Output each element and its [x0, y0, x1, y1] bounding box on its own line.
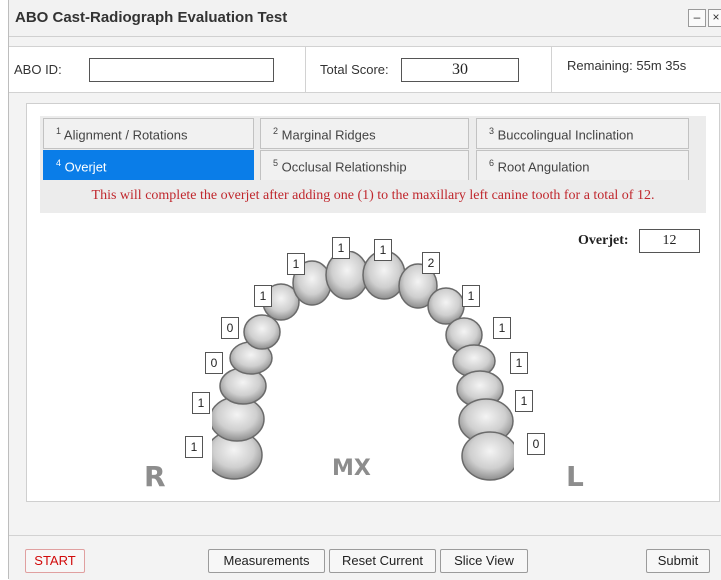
- tab-number: 5: [273, 158, 279, 168]
- instruction-message: This will complete the overjet after add…: [40, 180, 706, 211]
- tab-label: Root Angulation: [497, 159, 590, 175]
- tooth-score-l2[interactable]: 2: [422, 252, 440, 274]
- tooth-score-r6[interactable]: 1: [185, 436, 203, 458]
- slice-view-button[interactable]: Slice View: [440, 549, 528, 573]
- total-score-label: Total Score:: [320, 62, 389, 77]
- tab-overjet[interactable]: 4 Overjet: [43, 150, 254, 181]
- maxilla-label: MX: [332, 456, 371, 481]
- tooth-score-l5[interactable]: 1: [510, 352, 528, 374]
- tooth-score-c-l[interactable]: 1: [374, 239, 392, 261]
- tooth-score-l7[interactable]: 0: [527, 433, 545, 455]
- measurements-button[interactable]: Measurements: [208, 549, 325, 573]
- tab-label: Buccolingual Inclination: [497, 127, 634, 143]
- tooth-score-c-r[interactable]: 1: [332, 237, 350, 259]
- tooth-score-r4[interactable]: 0: [205, 352, 223, 374]
- remaining-cell: Remaining: 55m 35s: [551, 47, 721, 92]
- tooth-score-l4[interactable]: 1: [493, 317, 511, 339]
- tab-number: 2: [273, 126, 279, 136]
- left-side-label: L: [566, 460, 584, 493]
- tooth-score-l3[interactable]: 1: [462, 285, 480, 307]
- abo-id-label: ABO ID:: [14, 62, 62, 77]
- tab-occlusal-relationship[interactable]: 5 Occlusal Relationship: [260, 150, 469, 181]
- start-button[interactable]: START: [25, 549, 85, 573]
- tooth-l7: [461, 431, 514, 481]
- app-window: ABO Cast-Radiograph Evaluation Test – × …: [8, 0, 721, 580]
- title-bar: ABO Cast-Radiograph Evaluation Test – ×: [9, 0, 721, 37]
- tab-label: Alignment / Rotations: [63, 127, 188, 143]
- overjet-label: Overjet:: [578, 233, 629, 248]
- minimize-button[interactable]: –: [688, 9, 706, 27]
- tab-alignment-rotations[interactable]: 1 Alignment / Rotations: [43, 118, 254, 149]
- submit-button[interactable]: Submit: [646, 549, 710, 573]
- close-button[interactable]: ×: [708, 9, 721, 27]
- tab-marginal-ridges[interactable]: 2 Marginal Ridges: [260, 118, 469, 149]
- tab-number: 3: [489, 126, 495, 136]
- info-bar: ABO ID: Total Score: 30 Remaining: 55m 3…: [9, 46, 721, 93]
- tooth-score-r1[interactable]: 1: [287, 253, 305, 275]
- window-title: ABO Cast-Radiograph Evaluation Test: [15, 9, 288, 26]
- tab-buccolingual-inclination[interactable]: 3 Buccolingual Inclination: [476, 118, 689, 149]
- overjet-total-field: 12: [639, 229, 700, 253]
- tooth-score-l6[interactable]: 1: [515, 390, 533, 412]
- remaining-time: Remaining: 55m 35s: [567, 58, 687, 73]
- abo-id-input[interactable]: [89, 58, 274, 82]
- abo-id-cell: ABO ID:: [9, 47, 306, 92]
- tab-root-angulation[interactable]: 6 Root Angulation: [476, 150, 689, 181]
- total-score-field: 30: [401, 58, 519, 82]
- tooth-score-r2[interactable]: 1: [254, 285, 272, 307]
- right-side-label: R: [144, 460, 166, 493]
- total-score-cell: Total Score: 30: [305, 47, 552, 92]
- tooth-r3: [243, 314, 281, 350]
- tooth-score-r5[interactable]: 1: [192, 392, 210, 414]
- tab-label: Overjet: [64, 159, 107, 175]
- tooth-score-r3[interactable]: 0: [221, 317, 239, 339]
- tab-number: 1: [56, 126, 62, 136]
- tab-strip: 1 Alignment / Rotations 2 Marginal Ridge…: [40, 116, 706, 213]
- tab-label: Occlusal Relationship: [281, 159, 407, 175]
- reset-current-button[interactable]: Reset Current: [329, 549, 436, 573]
- tab-label: Marginal Ridges: [281, 127, 376, 143]
- tab-number: 4: [56, 158, 62, 168]
- tab-number: 6: [489, 158, 495, 168]
- action-bar: START Measurements Reset Current Slice V…: [9, 535, 721, 580]
